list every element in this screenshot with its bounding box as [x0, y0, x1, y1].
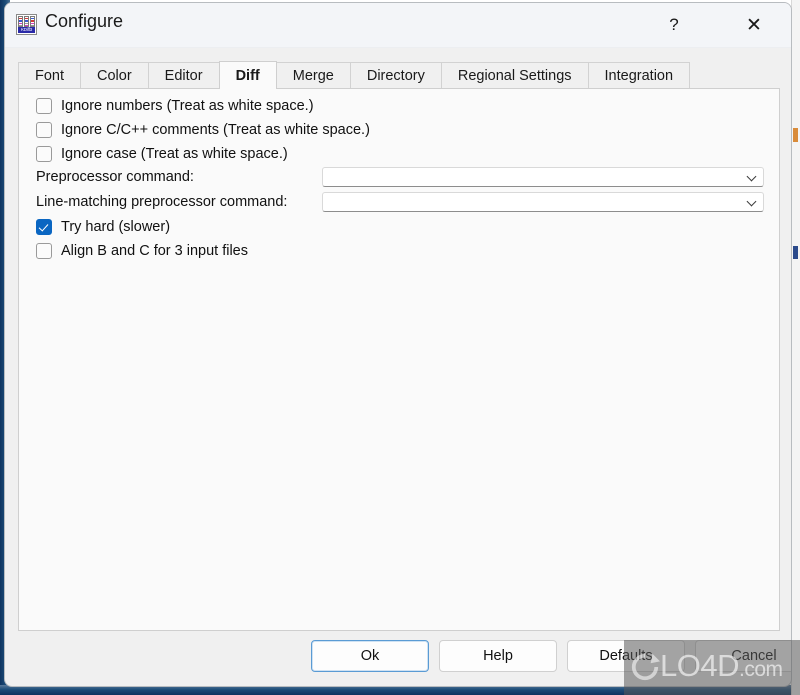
close-icon[interactable]: ✕ [731, 3, 777, 47]
tab-diff[interactable]: Diff [218, 61, 277, 89]
checkbox-label-try-hard: Try hard (slower) [61, 219, 171, 235]
combobox-line-matching-preprocessor-command[interactable] [322, 192, 764, 212]
kdiff3-icon-panes [18, 16, 35, 27]
checkbox-box-ignore-numbers[interactable] [36, 98, 52, 114]
checkbox-try-hard[interactable]: Try hard (slower) [36, 217, 170, 237]
row-preprocessor-command: Preprocessor command: [36, 167, 764, 187]
checkbox-ignore-cpp-comments[interactable]: Ignore C/C++ comments (Treat as white sp… [36, 120, 370, 140]
configure-dialog: KDiff3 Configure ? ✕ Font Color Editor D… [4, 2, 792, 687]
diff-settings-panel: Ignore numbers (Treat as white space.) I… [18, 88, 780, 631]
tab-regional-settings[interactable]: Regional Settings [440, 62, 589, 89]
chevron-down-icon[interactable] [748, 173, 756, 181]
checkbox-label-ignore-cpp-comments: Ignore C/C++ comments (Treat as white sp… [61, 122, 370, 138]
label-line-matching-preprocessor-command: Line-matching preprocessor command: [36, 194, 288, 210]
checkbox-label-ignore-case: Ignore case (Treat as white space.) [61, 146, 288, 162]
window-title: Configure [45, 11, 124, 31]
checkbox-box-ignore-case[interactable] [36, 146, 52, 162]
label-preprocessor-command: Preprocessor command: [36, 169, 194, 185]
tab-font[interactable]: Font [18, 62, 82, 89]
kdiff3-icon-pane-b [24, 16, 29, 27]
help-icon[interactable]: ? [651, 3, 697, 47]
checkbox-label-ignore-numbers: Ignore numbers (Treat as white space.) [61, 98, 314, 114]
combobox-preprocessor-command[interactable] [322, 167, 764, 187]
tab-merge[interactable]: Merge [275, 62, 351, 89]
dialog-button-bar: Ok Help Defaults Cancel [5, 631, 791, 686]
ok-button[interactable]: Ok [311, 640, 429, 672]
kdiff3-icon-pane-a [18, 16, 23, 27]
checkbox-box-align-b-and-c[interactable] [36, 243, 52, 259]
kdiff3-icon-label: KDiff3 [18, 27, 35, 33]
chevron-down-icon[interactable] [748, 198, 756, 206]
tab-color[interactable]: Color [80, 62, 149, 89]
tab-editor[interactable]: Editor [147, 62, 220, 89]
defaults-button[interactable]: Defaults [567, 640, 685, 672]
tab-directory[interactable]: Directory [349, 62, 442, 89]
cancel-button[interactable]: Cancel [695, 640, 791, 672]
checkbox-ignore-case[interactable]: Ignore case (Treat as white space.) [36, 144, 288, 164]
kdiff3-icon: KDiff3 [16, 14, 37, 35]
kdiff3-icon-pane-c [30, 16, 35, 27]
checkbox-box-try-hard[interactable] [36, 219, 52, 235]
checkbox-align-b-and-c[interactable]: Align B and C for 3 input files [36, 241, 248, 261]
row-line-matching-preprocessor-command: Line-matching preprocessor command: [36, 192, 764, 212]
tab-bar: Font Color Editor Diff Merge Directory R… [18, 61, 780, 89]
checkbox-box-ignore-cpp-comments[interactable] [36, 122, 52, 138]
background-marker-blue [793, 246, 798, 259]
help-button[interactable]: Help [439, 640, 557, 672]
title-bar: KDiff3 Configure ? ✕ [5, 3, 791, 48]
checkbox-label-align-b-and-c: Align B and C for 3 input files [61, 243, 248, 259]
checkbox-ignore-numbers[interactable]: Ignore numbers (Treat as white space.) [36, 96, 314, 116]
background-window-right-strip [791, 0, 800, 695]
background-marker-orange [793, 128, 798, 142]
tab-integration[interactable]: Integration [587, 62, 691, 89]
